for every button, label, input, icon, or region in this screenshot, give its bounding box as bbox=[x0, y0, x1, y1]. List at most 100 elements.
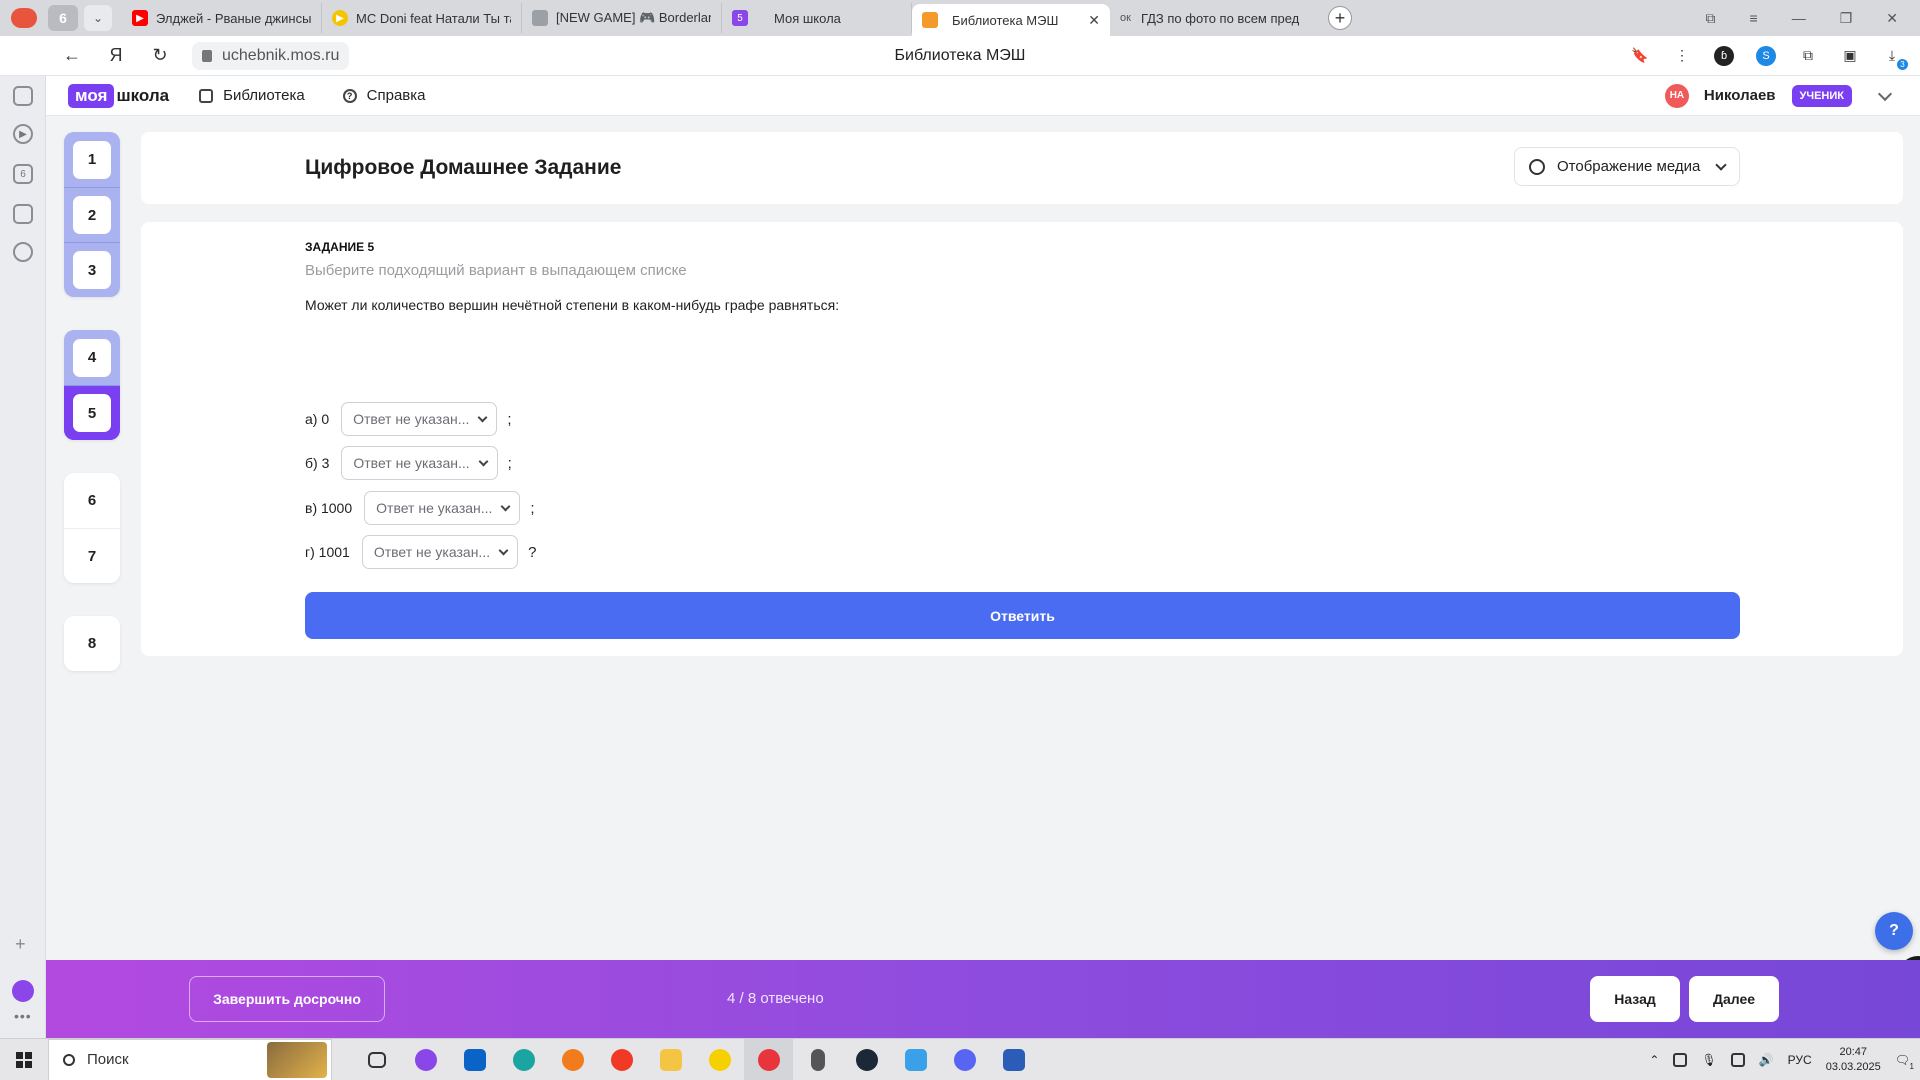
downloads-icon[interactable]: ⤓ 3 bbox=[1882, 46, 1908, 70]
chevron-down-icon bbox=[498, 545, 509, 555]
more-vertical-icon[interactable]: ⋮ bbox=[1672, 46, 1692, 66]
answer-label: б) 3 bbox=[305, 455, 330, 471]
taskbar-search[interactable]: Поиск bbox=[48, 1038, 332, 1080]
yandex-icon[interactable]: Я bbox=[94, 36, 138, 76]
history-clock-icon[interactable] bbox=[13, 242, 33, 262]
outlook-icon[interactable] bbox=[450, 1039, 499, 1080]
user-menu[interactable]: НА Николаев УЧЕНИК bbox=[1664, 83, 1920, 108]
answer-select-c[interactable]: Ответ не указан... bbox=[364, 491, 521, 525]
alice-assistant-icon[interactable] bbox=[12, 980, 34, 1002]
network-icon[interactable] bbox=[1730, 1052, 1745, 1067]
volume-icon[interactable]: 🔊 bbox=[1759, 1053, 1774, 1067]
select-placeholder: Ответ не указан... bbox=[373, 544, 491, 560]
screenshot-icon[interactable] bbox=[13, 204, 33, 224]
question-button-1[interactable]: 1 bbox=[64, 132, 120, 187]
notifications-icon[interactable]: 🗨 1 bbox=[1895, 1053, 1914, 1071]
word-icon[interactable] bbox=[989, 1039, 1038, 1080]
bookmark-icon[interactable]: 🔖 bbox=[1630, 46, 1650, 66]
restore-icon[interactable]: ❐ bbox=[1840, 10, 1853, 27]
tab-borderlands[interactable]: [NEW GAME] 🎮 Borderlands bbox=[522, 3, 722, 33]
media-display-dropdown[interactable]: Отображение медиа bbox=[1514, 147, 1740, 186]
task-number: ЗАДАНИЕ 5 bbox=[305, 240, 375, 254]
tab-mc-doni[interactable]: ▶ MC Doni feat Натали Ты так bbox=[322, 3, 522, 33]
steam-icon[interactable] bbox=[842, 1039, 891, 1080]
minimize-icon[interactable]: — bbox=[1792, 10, 1806, 26]
url-field[interactable]: uchebnik.mos.ru bbox=[192, 41, 350, 70]
task-view-icon[interactable] bbox=[352, 1039, 401, 1080]
answer-select-d[interactable]: Ответ не указан... bbox=[361, 535, 519, 569]
tab-gdz[interactable]: ок ГДЗ по фото по всем пред bbox=[1110, 3, 1320, 33]
add-panel-plus-icon[interactable]: + bbox=[15, 934, 26, 955]
more-dots-icon[interactable]: ••• bbox=[14, 1008, 32, 1024]
answer-punctuation: ; bbox=[507, 454, 512, 472]
tab-moya-shkola[interactable]: 5 Моя школа bbox=[722, 3, 912, 33]
language-indicator[interactable]: РУС bbox=[1788, 1053, 1812, 1067]
tab-eldzhey[interactable]: ▶ Элджей - Рваные джинсы bbox=[122, 3, 322, 33]
page-icon bbox=[532, 10, 548, 26]
bottom-action-bar: Завершить досрочно 4 / 8 отвечено Назад … bbox=[46, 960, 1920, 1038]
next-button[interactable]: Далее bbox=[1689, 976, 1779, 1022]
orange-app-icon[interactable] bbox=[548, 1039, 597, 1080]
alice-app-icon[interactable] bbox=[401, 1039, 450, 1080]
back-button[interactable]: Назад bbox=[1590, 976, 1680, 1022]
file-explorer-icon[interactable] bbox=[646, 1039, 695, 1080]
shield-check-icon[interactable]: ▣ bbox=[1840, 46, 1860, 66]
answer-select-a[interactable]: Ответ не указан... bbox=[341, 402, 498, 436]
browser-logo-icon[interactable] bbox=[0, 0, 48, 36]
play-icon[interactable]: ▶ bbox=[13, 124, 33, 144]
yandex-browser-icon[interactable] bbox=[744, 1038, 793, 1080]
windows-start-icon[interactable] bbox=[0, 1039, 48, 1080]
windows-taskbar: Поиск ⌃ 🎙 🔊 РУС 20:47 03.03.2025 🗨 1 bbox=[0, 1038, 1920, 1080]
menu-icon[interactable]: ≡ bbox=[1750, 10, 1758, 26]
extensions-icon[interactable]: ⧉ bbox=[1798, 46, 1818, 66]
reload-icon[interactable]: ↻ bbox=[138, 36, 182, 76]
nav-library-link[interactable]: Библиотека bbox=[199, 87, 305, 104]
clock[interactable]: 20:47 03.03.2025 bbox=[1826, 1045, 1881, 1075]
question-button-6[interactable]: 6 bbox=[64, 473, 120, 528]
question-button-2[interactable]: 2 bbox=[64, 187, 120, 242]
photos-icon[interactable] bbox=[891, 1039, 940, 1080]
question-button-3[interactable]: 3 bbox=[64, 242, 120, 297]
close-tab-icon[interactable]: ✕ bbox=[1088, 12, 1100, 29]
yandex-app-icon[interactable] bbox=[597, 1039, 646, 1080]
tray-chevron-up-icon[interactable]: ⌃ bbox=[1649, 1053, 1659, 1067]
question-number: 2 bbox=[73, 196, 111, 234]
question-button-8[interactable]: 8 bbox=[64, 616, 120, 671]
number-six-icon[interactable]: 6 bbox=[13, 164, 33, 184]
microphone-icon[interactable]: 🎙 bbox=[1701, 1053, 1716, 1067]
tabs-overview-icon[interactable]: ⧉ bbox=[1706, 10, 1716, 27]
collections-icon[interactable] bbox=[13, 86, 33, 106]
system-tray: ⌃ 🎙 🔊 РУС 20:47 03.03.2025 🗨 1 bbox=[1649, 1045, 1920, 1075]
finish-early-button[interactable]: Завершить досрочно bbox=[189, 976, 385, 1022]
edge-icon[interactable] bbox=[499, 1039, 548, 1080]
help-fab-button[interactable]: ? bbox=[1875, 912, 1913, 950]
chevron-down-icon[interactable] bbox=[1877, 86, 1893, 101]
discord-icon[interactable] bbox=[940, 1039, 989, 1080]
mouse-app-icon[interactable] bbox=[793, 1039, 842, 1080]
taskbar-apps bbox=[352, 1038, 1038, 1080]
tab-biblioteka-mesh[interactable]: Библиотека МЭШ ✕ bbox=[912, 4, 1110, 36]
question-button-4[interactable]: 4 bbox=[64, 330, 120, 385]
nav-help-link[interactable]: ? Справка bbox=[342, 87, 426, 104]
clock-date: 03.03.2025 bbox=[1825, 1060, 1881, 1073]
notifications-count: 1 bbox=[1909, 1061, 1914, 1071]
extension-b-icon[interactable]: ɓ bbox=[1714, 45, 1734, 66]
nav-help-label: Справка bbox=[366, 87, 426, 104]
question-number: 1 bbox=[73, 140, 111, 179]
answer-label: в) 1000 bbox=[305, 500, 353, 516]
question-button-7[interactable]: 7 bbox=[64, 528, 120, 583]
close-window-icon[interactable]: ✕ bbox=[1886, 10, 1898, 27]
question-button-5-current[interactable]: 5 bbox=[64, 385, 120, 440]
tray-app-icon[interactable] bbox=[1673, 1052, 1688, 1067]
moya-shkola-logo[interactable]: моя школа bbox=[68, 83, 169, 108]
answer-select-b[interactable]: Ответ не указан... bbox=[341, 446, 498, 480]
tab-group-counter[interactable]: 6 bbox=[48, 5, 78, 31]
beeline-icon[interactable] bbox=[695, 1039, 744, 1080]
question-circle-icon: ? bbox=[342, 88, 357, 103]
question-number: 7 bbox=[73, 537, 111, 575]
new-tab-plus-icon[interactable]: + bbox=[1328, 6, 1352, 30]
submit-answer-button[interactable]: Ответить bbox=[305, 592, 1740, 639]
extension-s-icon[interactable]: S bbox=[1756, 45, 1776, 66]
tab-list-chevron-icon[interactable]: ⌄ bbox=[84, 5, 112, 31]
back-arrow-icon[interactable]: ← bbox=[50, 36, 94, 76]
